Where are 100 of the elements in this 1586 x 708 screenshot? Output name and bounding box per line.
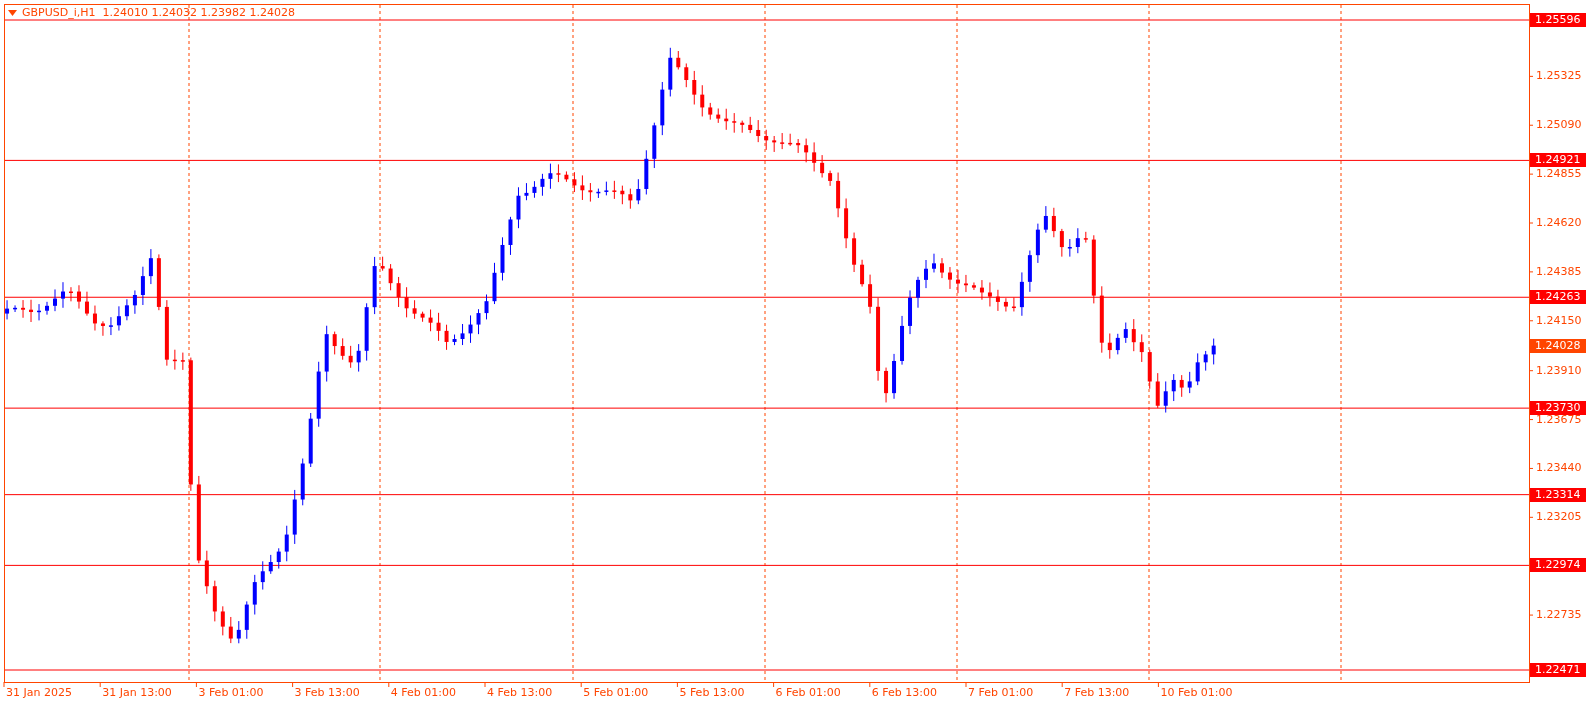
price-axis-label: 1.24855 (1536, 167, 1582, 182)
candlestick (700, 84, 705, 117)
candlestick (1035, 223, 1040, 264)
price-level-line[interactable] (4, 494, 1530, 496)
price-level-line[interactable] (4, 159, 1530, 161)
candlestick (668, 47, 673, 97)
candlestick (1211, 338, 1216, 365)
candlestick (628, 188, 633, 210)
candlestick (1027, 250, 1032, 293)
price-level-line[interactable] (4, 296, 1530, 298)
candlestick (84, 291, 89, 317)
time-axis-label: 7 Feb 13:00 (1064, 686, 1130, 699)
candlestick (53, 288, 57, 312)
candlestick (979, 279, 984, 301)
candlestick (963, 274, 968, 293)
candlestick (172, 349, 177, 371)
price-axis-label: 1.22735 (1536, 608, 1582, 623)
candlestick (492, 262, 497, 305)
candlestick (916, 276, 920, 309)
price-level-line[interactable] (4, 564, 1530, 566)
candlestick (316, 361, 321, 428)
price-tag: 1.22471 (1530, 663, 1586, 677)
time-axis-label: 4 Feb 01:00 (390, 686, 456, 699)
candlestick (572, 171, 577, 193)
candlestick (596, 188, 601, 199)
candlestick (708, 102, 713, 121)
price-axis-label: 1.24620 (1536, 216, 1582, 230)
time-axis-label: 3 Feb 01:00 (198, 686, 264, 699)
candlestick (1067, 238, 1072, 258)
candlestick (764, 129, 769, 151)
price-tag: 1.23730 (1530, 401, 1586, 416)
candlestick (955, 269, 960, 294)
candlestick (636, 178, 641, 205)
candlestick (13, 304, 18, 313)
time-axis-label: 10 Feb 01:00 (1160, 686, 1233, 699)
candlestick (308, 412, 313, 468)
candlestick (1187, 371, 1192, 394)
candlestick (564, 170, 569, 183)
candlestick (356, 343, 361, 373)
candlestick (580, 174, 585, 201)
candlestick (724, 108, 729, 131)
candlestick (540, 173, 545, 197)
candlestick (37, 303, 41, 321)
candlestick (612, 180, 617, 200)
candlestick (1019, 271, 1024, 317)
candlestick (452, 334, 457, 346)
candlestick (436, 312, 441, 342)
candlestick (388, 263, 393, 291)
candlestick (5, 299, 10, 320)
candlestick (372, 256, 377, 315)
price-tag: 1.23314 (1530, 487, 1586, 502)
candlestick (204, 550, 209, 595)
candlestick (45, 301, 49, 316)
candlestick (780, 132, 785, 150)
candlestick (468, 314, 473, 344)
time-axis-label: 6 Feb 01:00 (775, 686, 841, 699)
candlestick (987, 282, 992, 307)
candlestick (892, 353, 897, 400)
candlestick (164, 299, 169, 367)
candlestick (1115, 333, 1120, 355)
time-axis-label: 31 Jan 13:00 (102, 686, 172, 699)
time-axis-label: 3 Feb 13:00 (294, 686, 360, 699)
candlestick (548, 163, 553, 190)
candlestick (420, 311, 425, 323)
candlestick (748, 116, 753, 134)
candlestick (924, 259, 928, 289)
candlestick (260, 560, 265, 591)
candlestick (868, 274, 873, 314)
candlestick (100, 320, 105, 337)
candlestick (148, 248, 153, 285)
candlestick (276, 547, 281, 570)
price-axis-label: 1.24150 (1536, 313, 1582, 328)
candlestick (332, 331, 337, 355)
price-level-line[interactable] (4, 407, 1530, 409)
candlestick (484, 294, 489, 320)
candlestick (77, 284, 81, 310)
candlestick (1123, 322, 1128, 344)
price-tag: 1.24921 (1530, 153, 1586, 168)
candlestick (1163, 380, 1168, 414)
candlestick (300, 458, 305, 506)
candlestick (844, 198, 849, 249)
candlestick (236, 620, 241, 644)
candlestick (396, 276, 401, 308)
candlestick (124, 298, 129, 321)
candlestick (684, 62, 689, 88)
price-axis-label: 1.23205 (1536, 510, 1582, 525)
candlestick (772, 135, 777, 153)
candlestick (69, 286, 73, 302)
candlestick (516, 186, 521, 229)
candlestick (1083, 231, 1088, 244)
candlestick (1179, 374, 1184, 398)
candlestick (836, 172, 841, 218)
dropdown-triangle-icon[interactable] (8, 9, 17, 16)
chart-title-text: GBPUSD_i,H1 1.24010 1.24032 1.23982 1.24028 (22, 6, 295, 19)
candlestick (108, 316, 113, 336)
candlestick (292, 489, 297, 545)
price-axis-label: 1.23910 (1536, 363, 1582, 378)
candlestick (908, 289, 912, 335)
candlestick (244, 600, 249, 640)
candlestick (92, 305, 97, 331)
